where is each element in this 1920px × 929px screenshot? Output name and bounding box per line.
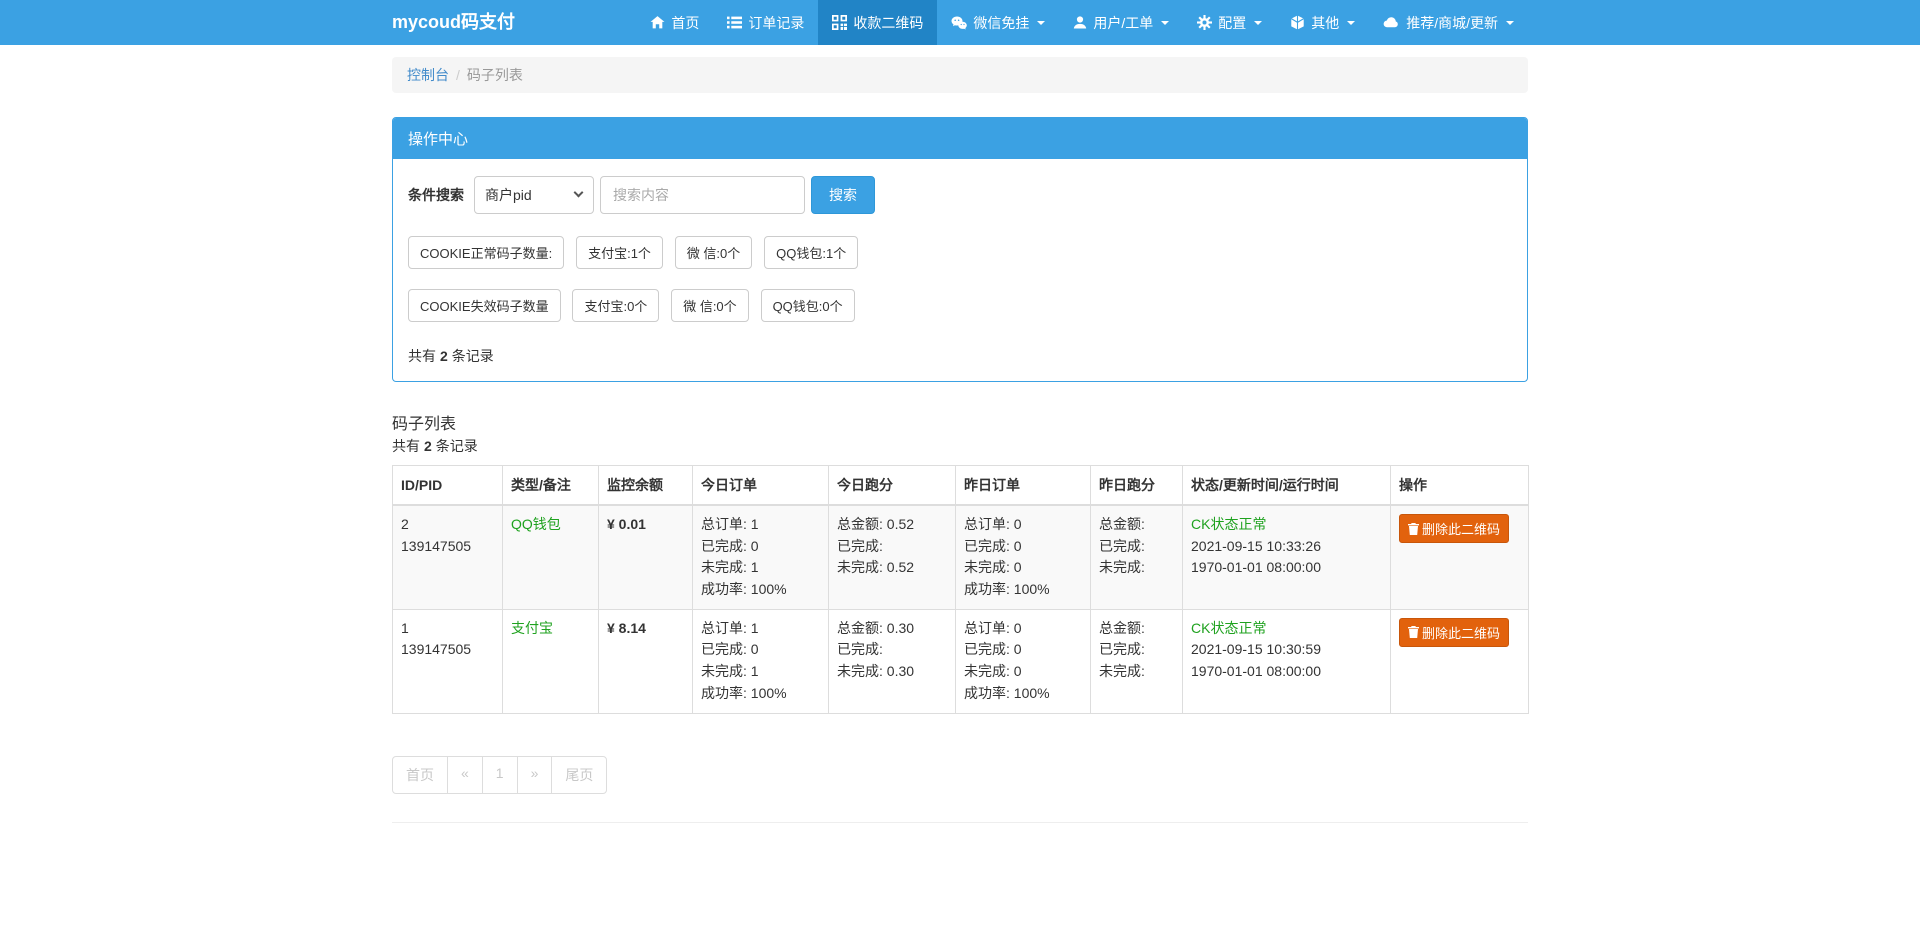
search-button[interactable]: 搜索 [811, 176, 875, 214]
pagination-next[interactable]: » [517, 756, 553, 794]
breadcrumb: 控制台 / 码子列表 [392, 57, 1528, 93]
chevron-down-icon [1506, 21, 1514, 25]
gear-icon [1197, 15, 1212, 30]
wechat-icon [951, 15, 967, 30]
delete-qrcode-button[interactable]: 删除此二维码 [1399, 514, 1509, 543]
stat-cookie-valid-button[interactable]: COOKIE正常码子数量: [408, 236, 564, 269]
stat-cookie-invalid-button[interactable]: COOKIE失效码子数量 [408, 289, 561, 322]
breadcrumb-home-link[interactable]: 控制台 [407, 67, 449, 83]
cube-icon [1290, 15, 1305, 30]
table-header-row: ID/PID 类型/备注 监控余额 今日订单 今日跑分 昨日订单 昨日跑分 状态… [393, 466, 1529, 506]
nav-item-qrcode[interactable]: 收款二维码 [818, 0, 937, 45]
nav-item-label: 首页 [671, 13, 699, 33]
cell-actions: 删除此二维码 [1391, 505, 1529, 609]
cell-today-orders: 总订单: 1 已完成: 0 未完成: 1 成功率: 100% [693, 505, 829, 609]
list-icon [727, 15, 742, 30]
nav-item-label: 配置 [1218, 13, 1246, 33]
delete-qrcode-button[interactable]: 删除此二维码 [1399, 618, 1509, 647]
code-list-table: ID/PID 类型/备注 监控余额 今日订单 今日跑分 昨日订单 昨日跑分 状态… [392, 465, 1529, 714]
cell-balance: ¥ 8.14 [599, 609, 693, 713]
cell-status: CK状态正常 2021-09-15 10:33:26 1970-01-01 08… [1183, 505, 1391, 609]
stat-qqwallet-invalid-button[interactable]: QQ钱包:0个 [761, 289, 855, 322]
stat-alipay-invalid-button[interactable]: 支付宝:0个 [572, 289, 659, 322]
panel-record-count: 共有2条记录 [408, 346, 1512, 366]
list-title: 码子列表 [392, 410, 1528, 434]
cell-today-score: 总金额: 0.52 已完成: 未完成: 0.52 [829, 505, 956, 609]
cloud-icon [1383, 15, 1400, 30]
top-navbar: mycoud码支付 首页 订单记录 收款二维码 [0, 0, 1920, 45]
nav-item-label: 微信免挂 [973, 13, 1029, 33]
stat-qqwallet-valid-button[interactable]: QQ钱包:1个 [764, 236, 858, 269]
cell-balance: ¥ 0.01 [599, 505, 693, 609]
table-row: 1 139147505 支付宝 ¥ 8.14 总订单: 1 已完成: 0 未完成… [393, 609, 1529, 713]
search-type-select[interactable]: 商户pid [474, 176, 594, 214]
col-balance: 监控余额 [599, 466, 693, 506]
cell-today-orders: 总订单: 1 已完成: 0 未完成: 1 成功率: 100% [693, 609, 829, 713]
nav-item-recommend[interactable]: 推荐/商城/更新 [1369, 0, 1528, 45]
cookie-invalid-stats-row: COOKIE失效码子数量 支付宝:0个 微 信:0个 QQ钱包:0个 [408, 289, 1512, 322]
cell-yday-score: 总金额: 已完成: 未完成: [1091, 609, 1183, 713]
stat-alipay-valid-button[interactable]: 支付宝:1个 [576, 236, 663, 269]
pagination-prev[interactable]: « [447, 756, 483, 794]
stat-wechat-invalid-button[interactable]: 微 信:0个 [671, 289, 748, 322]
cell-status: CK状态正常 2021-09-15 10:30:59 1970-01-01 08… [1183, 609, 1391, 713]
operation-panel: 操作中心 条件搜索 商户pid 搜索 COOKIE正常码子数量: 支付宝:1个 … [392, 117, 1528, 382]
search-row: 条件搜索 商户pid 搜索 [408, 176, 1512, 214]
panel-title: 操作中心 [393, 118, 1527, 159]
nav-item-orders[interactable]: 订单记录 [713, 0, 818, 45]
col-yday-orders: 昨日订单 [956, 466, 1091, 506]
trash-icon [1408, 626, 1419, 638]
nav-item-home[interactable]: 首页 [636, 0, 713, 45]
brand-logo[interactable]: mycoud码支付 [392, 0, 515, 45]
nav-item-config[interactable]: 配置 [1183, 0, 1276, 45]
chevron-down-icon [1254, 21, 1262, 25]
cookie-valid-stats-row: COOKIE正常码子数量: 支付宝:1个 微 信:0个 QQ钱包:1个 [408, 236, 1512, 269]
chevron-down-icon [1161, 21, 1169, 25]
qrcode-icon [832, 15, 847, 30]
user-icon [1073, 15, 1087, 30]
home-icon [650, 15, 665, 30]
cell-type: 支付宝 [503, 609, 599, 713]
nav-item-wechat[interactable]: 微信免挂 [937, 0, 1059, 45]
cell-yday-score: 总金额: 已完成: 未完成: [1091, 505, 1183, 609]
chevron-down-icon [1347, 21, 1355, 25]
nav-item-label: 收款二维码 [853, 13, 923, 33]
footer-divider [392, 822, 1528, 823]
search-label: 条件搜索 [408, 185, 464, 205]
cell-id-pid: 2 139147505 [393, 505, 503, 609]
col-id-pid: ID/PID [393, 466, 503, 506]
cell-id-pid: 1 139147505 [393, 609, 503, 713]
nav-item-users[interactable]: 用户/工单 [1059, 0, 1183, 45]
panel-body: 条件搜索 商户pid 搜索 COOKIE正常码子数量: 支付宝:1个 微 信:0… [393, 159, 1527, 381]
pagination-page-1[interactable]: 1 [482, 756, 518, 794]
col-today-score: 今日跑分 [829, 466, 956, 506]
pagination: 首页 « 1 » 尾页 [392, 756, 607, 794]
nav-item-label: 用户/工单 [1093, 13, 1153, 33]
col-yday-score: 昨日跑分 [1091, 466, 1183, 506]
nav-menu: 首页 订单记录 收款二维码 微信免挂 [636, 0, 1528, 45]
stat-wechat-valid-button[interactable]: 微 信:0个 [675, 236, 752, 269]
cell-type: QQ钱包 [503, 505, 599, 609]
col-today-orders: 今日订单 [693, 466, 829, 506]
search-input[interactable] [600, 176, 805, 214]
breadcrumb-current: 码子列表 [467, 67, 523, 83]
nav-item-label: 其他 [1311, 13, 1339, 33]
chevron-down-icon [1037, 21, 1045, 25]
table-row: 2 139147505 QQ钱包 ¥ 0.01 总订单: 1 已完成: 0 未完… [393, 505, 1529, 609]
nav-item-label: 订单记录 [748, 13, 804, 33]
nav-item-label: 推荐/商城/更新 [1406, 13, 1498, 33]
col-status: 状态/更新时间/运行时间 [1183, 466, 1391, 506]
cell-yday-orders: 总订单: 0 已完成: 0 未完成: 0 成功率: 100% [956, 609, 1091, 713]
pagination-first[interactable]: 首页 [392, 756, 448, 794]
nav-item-other[interactable]: 其他 [1276, 0, 1369, 45]
col-type: 类型/备注 [503, 466, 599, 506]
pagination-last[interactable]: 尾页 [551, 756, 607, 794]
cell-actions: 删除此二维码 [1391, 609, 1529, 713]
col-actions: 操作 [1391, 466, 1529, 506]
breadcrumb-separator: / [456, 67, 460, 83]
trash-icon [1408, 523, 1419, 535]
cell-today-score: 总金额: 0.30 已完成: 未完成: 0.30 [829, 609, 956, 713]
cell-yday-orders: 总订单: 0 已完成: 0 未完成: 0 成功率: 100% [956, 505, 1091, 609]
list-record-count: 共有2条记录 [392, 436, 1528, 456]
